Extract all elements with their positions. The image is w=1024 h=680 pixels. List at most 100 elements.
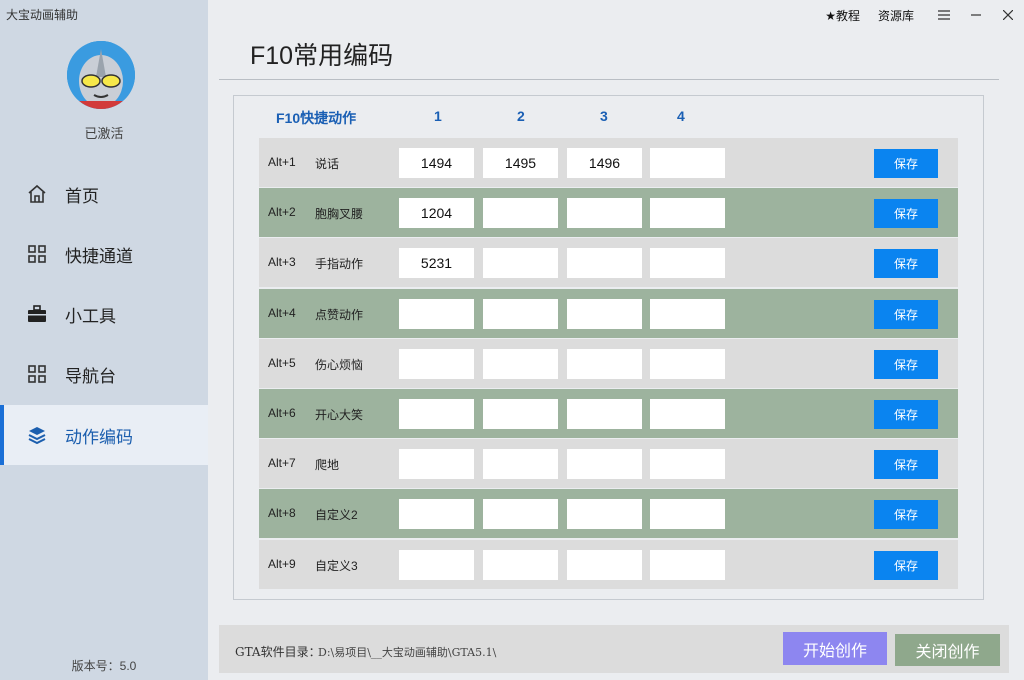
close-window-button[interactable]	[992, 0, 1024, 30]
minimize-button[interactable]	[960, 0, 992, 30]
nav-label: 动作编码	[65, 427, 133, 447]
save-button[interactable]: 保存	[874, 299, 938, 329]
hotkey-label: Alt+9	[268, 556, 296, 571]
hotkey-label: Alt+5	[268, 355, 296, 370]
title-bar: ★教程 资源库	[825, 0, 1024, 30]
code-input-4[interactable]	[650, 298, 725, 329]
save-button[interactable]: 保存	[874, 149, 938, 178]
hotkey-label: Alt+6	[268, 406, 296, 420]
code-input-4[interactable]	[650, 399, 725, 429]
code-input-1[interactable]	[399, 499, 474, 530]
stop-create-button[interactable]: 关闭创作	[895, 634, 1000, 666]
code-input-3[interactable]	[567, 148, 642, 178]
table-row: Alt+2 胞胸叉腰 保存	[259, 188, 958, 238]
activation-status: 已激活	[84, 126, 124, 141]
code-input-3[interactable]	[567, 298, 642, 329]
code-input-4[interactable]	[650, 499, 725, 530]
nav-label: 小工具	[65, 306, 116, 326]
grid-icon	[26, 363, 48, 385]
code-input-2[interactable]	[483, 449, 558, 480]
column-header-3: 3	[600, 108, 608, 124]
code-input-3[interactable]	[567, 399, 642, 429]
code-input-2[interactable]	[483, 198, 558, 229]
code-input-3[interactable]	[567, 348, 642, 379]
code-input-4[interactable]	[650, 348, 725, 379]
hotkey-label: Alt+7	[268, 456, 296, 471]
code-input-2[interactable]	[483, 348, 558, 379]
save-button[interactable]: 保存	[874, 450, 938, 480]
sidebar: 大宝动画辅助 已激活 首页 快捷通道 小工具 导航台 动作编码 版本号：5.0	[0, 0, 208, 680]
save-button[interactable]: 保存	[874, 349, 938, 379]
save-button[interactable]: 保存	[874, 550, 938, 580]
version-label: 版本号：5.0	[71, 659, 137, 673]
nav-item-shortcuts[interactable]: 快捷通道	[0, 224, 208, 284]
table-row: Alt+5 伤心烦恼 保存	[259, 338, 958, 388]
action-name: 自定义2	[315, 508, 358, 523]
code-input-2[interactable]	[483, 549, 558, 580]
table-row: Alt+9 自定义3 保存	[259, 539, 958, 589]
code-input-3[interactable]	[567, 198, 642, 229]
nav-label: 首页	[65, 186, 99, 206]
code-input-4[interactable]	[650, 549, 725, 580]
code-input-2[interactable]	[483, 399, 558, 429]
save-button[interactable]: 保存	[874, 500, 938, 530]
column-header-4: 4	[677, 108, 685, 124]
resources-link[interactable]: 资源库	[878, 7, 914, 24]
nav-label: 快捷通道	[65, 246, 133, 266]
hotkey-label: Alt+3	[268, 255, 296, 270]
code-input-4[interactable]	[650, 449, 725, 480]
code-input-1[interactable]	[399, 449, 474, 480]
avatar	[67, 41, 135, 109]
directory-path: D:\易项目\__大宝动画辅助\GTA5.1\	[318, 646, 497, 659]
save-button[interactable]: 保存	[874, 199, 938, 229]
action-name: 胞胸叉腰	[315, 207, 364, 222]
title-divider	[219, 79, 999, 80]
code-input-2[interactable]	[483, 499, 558, 530]
code-input-1[interactable]	[399, 148, 474, 178]
code-input-2[interactable]	[483, 248, 558, 279]
layers-icon	[26, 424, 48, 446]
column-header-1: 1	[434, 108, 442, 124]
action-name: 点赞动作	[315, 307, 364, 322]
nav-label: 导航台	[65, 366, 116, 386]
code-input-3[interactable]	[567, 248, 642, 279]
hotkey-label: Alt+1	[268, 155, 296, 169]
directory-label: GTA软件目录：	[235, 645, 321, 659]
action-name: 说话	[315, 157, 340, 171]
close-icon	[1003, 10, 1013, 20]
start-create-button[interactable]: 开始创作	[783, 632, 887, 665]
code-input-4[interactable]	[650, 198, 725, 229]
save-button[interactable]: 保存	[874, 400, 938, 429]
toolbox-icon	[26, 303, 48, 325]
hotkey-label: Alt+2	[268, 205, 296, 220]
column-header-action: F10快捷动作	[276, 110, 357, 126]
nav-item-navigation[interactable]: 导航台	[0, 344, 208, 404]
nav-item-tools[interactable]: 小工具	[0, 284, 208, 344]
hotkey-label: Alt+8	[268, 506, 296, 521]
action-name: 爬地	[315, 458, 340, 473]
menu-button[interactable]	[928, 0, 960, 30]
code-input-3[interactable]	[567, 499, 642, 530]
hamburger-icon	[938, 10, 950, 20]
action-name: 手指动作	[315, 257, 364, 272]
code-input-1[interactable]	[399, 549, 474, 580]
save-button[interactable]: 保存	[874, 249, 938, 279]
minimize-icon	[971, 14, 981, 16]
action-name: 开心大笑	[315, 408, 364, 422]
table-row: Alt+3 手指动作 保存	[259, 238, 958, 288]
nav-item-home[interactable]: 首页	[0, 164, 208, 224]
code-input-1[interactable]	[399, 348, 474, 379]
code-input-2[interactable]	[483, 148, 558, 178]
code-input-4[interactable]	[650, 248, 725, 279]
tutorial-link[interactable]: ★教程	[825, 7, 860, 24]
code-input-4[interactable]	[650, 148, 725, 178]
code-input-2[interactable]	[483, 298, 558, 329]
nav-item-action-codes[interactable]: 动作编码	[0, 405, 208, 465]
code-input-3[interactable]	[567, 449, 642, 480]
footer-bar: GTA软件目录： D:\易项目\__大宝动画辅助\GTA5.1\ 开始创作 关闭…	[219, 625, 1009, 673]
code-input-1[interactable]	[399, 298, 474, 329]
code-input-3[interactable]	[567, 549, 642, 580]
code-input-1[interactable]	[399, 399, 474, 429]
code-input-1[interactable]	[399, 248, 474, 279]
code-input-1[interactable]	[399, 198, 474, 229]
